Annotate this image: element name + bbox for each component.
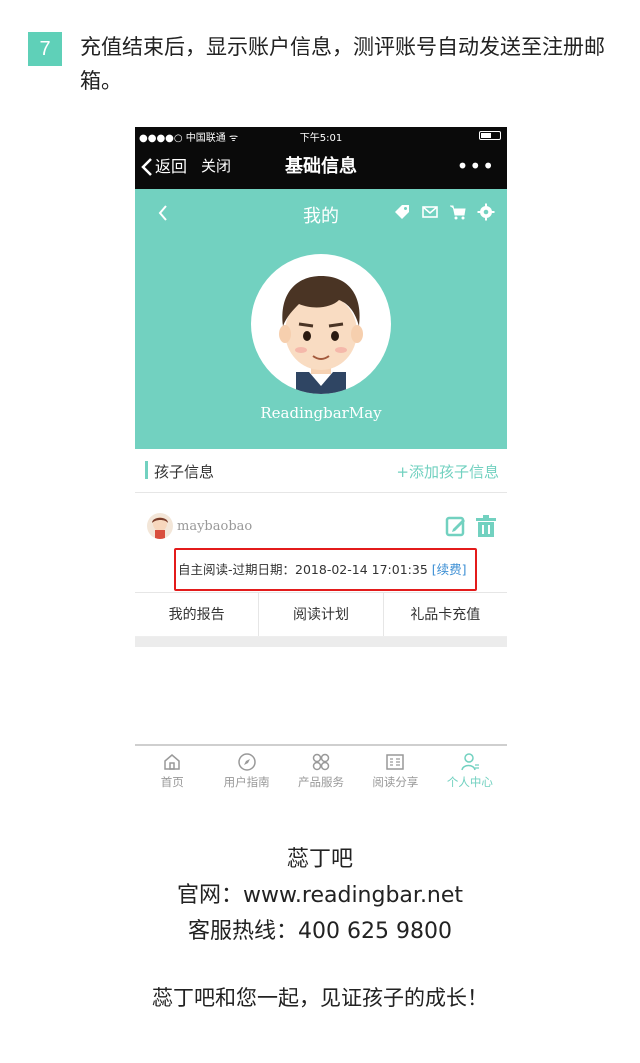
- child-card: maybaobao 自主阅读-过期日期：2018-02-14 17:01:35 …: [135, 493, 507, 593]
- more-button[interactable]: •••: [457, 144, 495, 189]
- reading-plan-button[interactable]: 阅读计划: [259, 593, 384, 636]
- edit-icon[interactable]: [445, 515, 467, 537]
- back-button[interactable]: 返回: [141, 144, 187, 189]
- expiry-label: 自主阅读-过期日期：: [178, 562, 296, 577]
- my-report-button[interactable]: 我的报告: [135, 593, 260, 636]
- child-name: maybaobao: [177, 519, 253, 534]
- avatar[interactable]: [251, 254, 391, 394]
- phone-screenshot: ●●●●○ 中国联通 ᯤ 下午5:01 返回 关闭 基础信息 ••• 我的 Re…: [135, 127, 507, 647]
- profile-icons: [393, 203, 495, 221]
- tab-label: 首页: [160, 775, 184, 789]
- expiry-info: 自主阅读-过期日期：2018-02-14 17:01:35 [续费]: [178, 559, 467, 578]
- step-number: 7: [28, 32, 62, 66]
- mail-icon[interactable]: [421, 203, 439, 221]
- tab-home[interactable]: 首页: [135, 746, 209, 800]
- delete-icon[interactable]: [475, 515, 497, 537]
- expiry-date: 2018-02-14 17:01:35: [295, 562, 428, 577]
- username: ReadingbarMay: [260, 404, 382, 422]
- home-icon: [164, 754, 180, 770]
- hotline: 客服热线：400 625 9800: [188, 919, 452, 944]
- divider-band: [135, 637, 507, 647]
- chevron-left-icon: [141, 157, 152, 176]
- tab-label: 个人中心: [446, 775, 493, 789]
- tab-guide[interactable]: 用户指南: [209, 746, 283, 800]
- share-icon: [386, 754, 405, 770]
- gift-card-recharge-button[interactable]: 礼品卡充值: [384, 593, 507, 636]
- tab-products[interactable]: 产品服务: [284, 746, 358, 800]
- battery-icon: [479, 131, 501, 140]
- page-title: 基础信息: [285, 156, 357, 177]
- user-icon: [461, 753, 479, 771]
- website: 官网：www.readingbar.net: [176, 883, 464, 908]
- cart-icon[interactable]: [449, 203, 467, 221]
- tab-label: 阅读分享: [372, 775, 419, 789]
- tab-share[interactable]: 阅读分享: [358, 746, 432, 800]
- child-avatar: [147, 513, 173, 539]
- close-button[interactable]: 关闭: [201, 144, 231, 189]
- profile-header: 我的 ReadingbarMay: [135, 189, 507, 449]
- status-bar: ●●●●○ 中国联通 ᯤ 下午5:01: [135, 127, 507, 144]
- child-actions: 我的报告 阅读计划 礼品卡充值: [135, 593, 507, 637]
- footer: 蕊丁吧 官网：www.readingbar.net 客服热线：400 625 9…: [0, 842, 640, 1010]
- children-section-header: 孩子信息 +添加孩子信息: [135, 449, 507, 493]
- grid-icon: [312, 753, 330, 771]
- renew-link[interactable]: [续费]: [432, 562, 467, 577]
- gear-icon[interactable]: [477, 203, 495, 221]
- back-label: 返回: [155, 157, 188, 176]
- section-accent-bar: [145, 461, 148, 479]
- tab-label: 用户指南: [223, 775, 270, 789]
- bottom-tab-bar: 首页 用户指南 产品服务 阅读分享 个人中心: [135, 744, 507, 800]
- section-label: 孩子信息: [154, 463, 215, 481]
- tab-label: 产品服务: [298, 775, 345, 789]
- brand-name: 蕊丁吧: [286, 847, 353, 872]
- slogan: 蕊丁吧和您一起，见证孩子的成长！: [152, 986, 488, 1010]
- step-description: 充值结束后，显示账户信息，测评账号自动发送至注册邮箱。: [80, 35, 605, 93]
- tag-icon[interactable]: [393, 203, 411, 221]
- add-child-button[interactable]: +添加孩子信息: [396, 461, 499, 482]
- compass-icon: [237, 753, 256, 771]
- status-time: 下午5:01: [299, 133, 343, 144]
- nav-bar: 返回 关闭 基础信息 •••: [135, 144, 507, 189]
- tab-profile[interactable]: 个人中心: [433, 746, 507, 800]
